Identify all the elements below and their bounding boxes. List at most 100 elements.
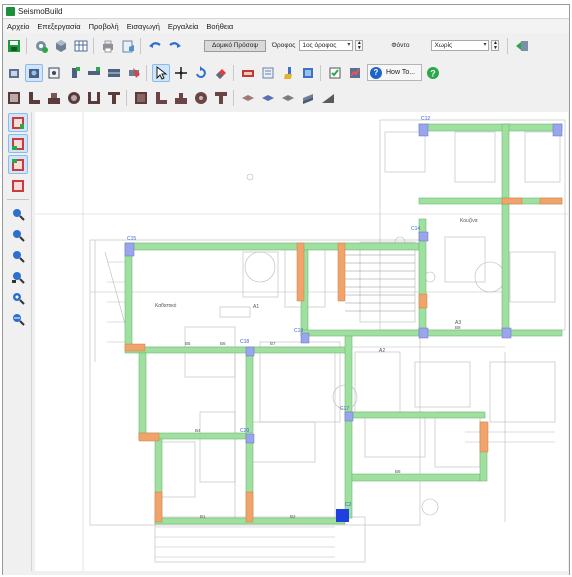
pan-icon[interactable] [8, 288, 28, 307]
rectangular-section-icon[interactable] [5, 89, 23, 107]
grid-table-icon[interactable] [72, 37, 90, 55]
view-beams-icon[interactable] [8, 155, 28, 174]
background-select[interactable]: Χωρίς ▾ [431, 40, 490, 51]
menu-tools[interactable]: Εργαλεία [164, 22, 202, 31]
beam-label-b7: B7 [270, 341, 276, 346]
settings-gear-icon[interactable] [32, 37, 50, 55]
toolbar-separator [140, 37, 141, 54]
menu-file[interactable]: Αρχείο [3, 22, 33, 31]
wall-l-section-icon[interactable] [152, 89, 170, 107]
foundation-icon[interactable] [299, 64, 317, 82]
grid-nodes-icon[interactable] [45, 64, 63, 82]
insert-beam-icon[interactable] [85, 64, 103, 82]
app-logo-icon [6, 7, 15, 16]
checklist-icon[interactable] [326, 64, 344, 82]
slab-rhombus-icon[interactable] [239, 89, 257, 107]
i-section-icon[interactable] [105, 89, 123, 107]
room-label-kitchen: Κουζίνα [460, 218, 478, 224]
floor-select-value: 1ος όροφος [302, 42, 337, 49]
background-label: Φόντο [391, 42, 410, 49]
3d-view-icon[interactable] [52, 37, 70, 55]
section-toolbar [3, 87, 569, 108]
beams-layer [124, 123, 563, 525]
how-to-label: How To... [386, 69, 416, 76]
floor-spinner[interactable]: ▲ ▼ [355, 40, 364, 51]
room-label-a2: A2 [379, 348, 385, 354]
sidebar-separator [7, 199, 29, 200]
room-label-a1: A1 [253, 304, 259, 310]
circular-section-icon[interactable] [65, 89, 83, 107]
report-icon[interactable] [119, 37, 137, 55]
element-toolbar: ? How To... ? [3, 62, 569, 83]
structure-view-button[interactable]: Δομικό Πρόσοψ [204, 39, 267, 52]
menu-help[interactable]: Βοήθεια [202, 22, 237, 31]
slab-blue-icon[interactable] [259, 89, 277, 107]
menu-view[interactable]: Προβολή [85, 22, 123, 31]
wall-circular-section-icon[interactable] [192, 89, 210, 107]
check-model-icon[interactable] [239, 64, 257, 82]
column-label-c15: C15 [127, 236, 136, 242]
slab-stair-icon[interactable] [299, 89, 317, 107]
wall-t2-section-icon[interactable] [212, 89, 230, 107]
move-icon[interactable] [172, 64, 190, 82]
beam-label-b8: B8 [395, 469, 401, 474]
select-pointer-icon[interactable] [152, 63, 170, 82]
add-storey-icon[interactable] [5, 64, 23, 82]
save-icon[interactable] [5, 37, 23, 55]
view-floorplan-icon[interactable] [8, 113, 28, 132]
column-label-c17: C17 [340, 406, 349, 412]
slab-ramp-icon[interactable] [319, 89, 337, 107]
beam-label-b6: B6 [220, 341, 226, 346]
zoom-previous-icon[interactable] [8, 309, 28, 328]
toolbar-separator [233, 89, 234, 106]
how-to-button[interactable]: ? How To... [367, 64, 423, 81]
floor-label: Όροφος [272, 42, 296, 49]
column-label-c18: C18 [240, 339, 249, 345]
rotate-icon[interactable] [192, 64, 210, 82]
selected-column [336, 509, 349, 522]
zoom-out-icon[interactable] [8, 225, 28, 244]
erase-icon[interactable] [212, 64, 230, 82]
column-label-c2: C2 [345, 502, 352, 508]
exit-icon[interactable] [513, 37, 531, 55]
zoom-window-icon[interactable] [8, 246, 28, 265]
chevron-down-icon: ▾ [347, 42, 351, 48]
insert-column-icon[interactable] [65, 64, 83, 82]
toolbar-separator [233, 64, 234, 81]
storey-settings-icon[interactable] [25, 63, 43, 82]
toolbar-separator [93, 37, 94, 54]
l-section-icon[interactable] [25, 89, 43, 107]
t-section-icon[interactable] [45, 89, 63, 107]
u-section-icon[interactable] [85, 89, 103, 107]
wall-rect-section-icon[interactable] [132, 89, 150, 107]
view-columns-icon[interactable] [8, 134, 28, 153]
insert-slab-icon[interactable] [105, 64, 123, 82]
zoom-extents-icon[interactable] [8, 267, 28, 286]
beam-label-b4: B4 [195, 428, 201, 433]
floor-plan-canvas[interactable]: C15 C12 C14 C19 C18 C17 C20 C2 B1 B2 B4 … [35, 112, 568, 573]
floor-select[interactable]: 1ος όροφος ▾ [299, 40, 354, 51]
column-label-c20: C20 [240, 428, 249, 434]
toolbar-separator [320, 64, 321, 81]
menu-bar: Αρχείο Επεξεργασία Προβολή Εισαγωγή Εργα… [3, 20, 569, 33]
chevron-down-icon: ▾ [483, 42, 487, 48]
redo-icon[interactable] [166, 37, 184, 55]
info-icon[interactable]: ? [424, 64, 442, 82]
paint-brush-icon[interactable] [279, 64, 297, 82]
toolbar-separator [26, 37, 27, 54]
menu-insert[interactable]: Εισαγωγή [123, 22, 164, 31]
wall-t-section-icon[interactable] [172, 89, 190, 107]
room-label-living: Καθιστικό [155, 302, 177, 309]
analysis-icon[interactable] [346, 64, 364, 82]
column-label-c14: C14 [411, 226, 420, 232]
print-icon[interactable] [99, 37, 117, 55]
view-slabs-icon[interactable] [8, 176, 28, 195]
background-spinner[interactable]: ▲ ▼ [491, 40, 500, 51]
zoom-in-icon[interactable] [8, 204, 28, 223]
menu-edit[interactable]: Επεξεργασία [33, 22, 84, 31]
slab-grey-icon[interactable] [279, 89, 297, 107]
insert-wall-icon[interactable] [125, 64, 143, 82]
properties-icon[interactable] [259, 64, 277, 82]
svg-text:?: ? [430, 68, 436, 78]
undo-icon[interactable] [146, 37, 164, 55]
